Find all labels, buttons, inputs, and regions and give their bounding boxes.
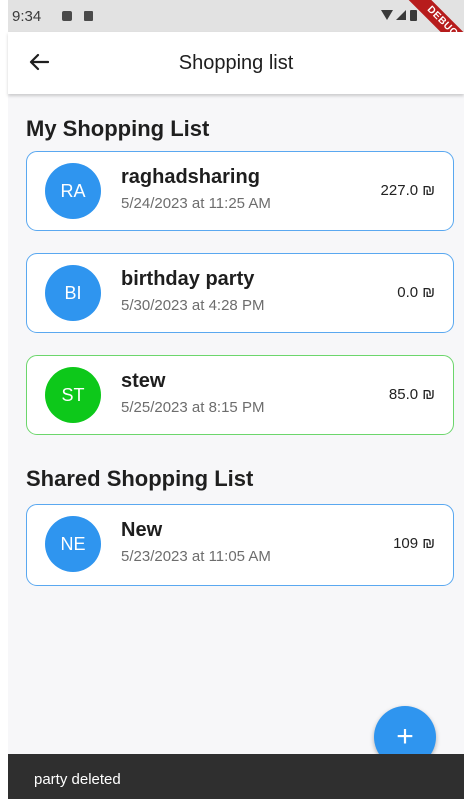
list-date: 5/23/2023 at 11:05 AM <box>121 548 271 565</box>
status-bar: 9:34 DEBUG <box>8 0 464 62</box>
avatar: ST <box>45 367 101 423</box>
app-bar: Shopping list <box>8 32 464 94</box>
list-item[interactable]: ST stew 5/25/2023 at 8:15 PM 85.0 ₪ <box>26 355 454 435</box>
status-time: 9:34 <box>12 8 42 25</box>
sd-card-icon <box>84 11 93 21</box>
signal-battery-icons <box>380 8 420 25</box>
list-amount: 85.0 ₪ <box>388 386 435 403</box>
list-item[interactable]: NE New 5/23/2023 at 11:05 AM 109 ₪ <box>26 504 454 586</box>
avatar: BI <box>45 265 101 321</box>
avatar: RA <box>45 163 101 219</box>
list-amount: 0.0 ₪ <box>397 284 435 301</box>
list-name: raghadsharing <box>121 166 260 188</box>
list-date: 5/24/2023 at 11:25 AM <box>121 195 271 212</box>
page-title: Shopping list <box>178 52 294 74</box>
list-name: stew <box>121 370 166 392</box>
list-name: New <box>121 519 163 541</box>
list-amount: 227.0 ₪ <box>380 182 435 199</box>
avatar: NE <box>45 516 101 572</box>
list-date: 5/30/2023 at 4:28 PM <box>121 297 265 314</box>
list-item[interactable]: BI birthday party 5/30/2023 at 4:28 PM 0… <box>26 253 454 333</box>
notification-icon <box>62 11 72 21</box>
snackbar: party deleted <box>8 754 464 799</box>
list-item[interactable]: RA raghadsharing 5/24/2023 at 11:25 AM 2… <box>26 151 454 231</box>
wifi-signal-icon <box>381 10 417 21</box>
shared-list-heading: Shared Shopping List <box>26 466 254 491</box>
my-list-heading: My Shopping List <box>26 116 210 141</box>
list-name: birthday party <box>121 268 255 290</box>
snackbar-message: party deleted <box>34 771 121 788</box>
plus-icon: + <box>396 720 414 753</box>
list-content: My Shopping List RA raghadsharing 5/24/2… <box>8 94 464 754</box>
list-date: 5/25/2023 at 8:15 PM <box>121 399 265 416</box>
list-amount: 109 ₪ <box>393 535 435 552</box>
